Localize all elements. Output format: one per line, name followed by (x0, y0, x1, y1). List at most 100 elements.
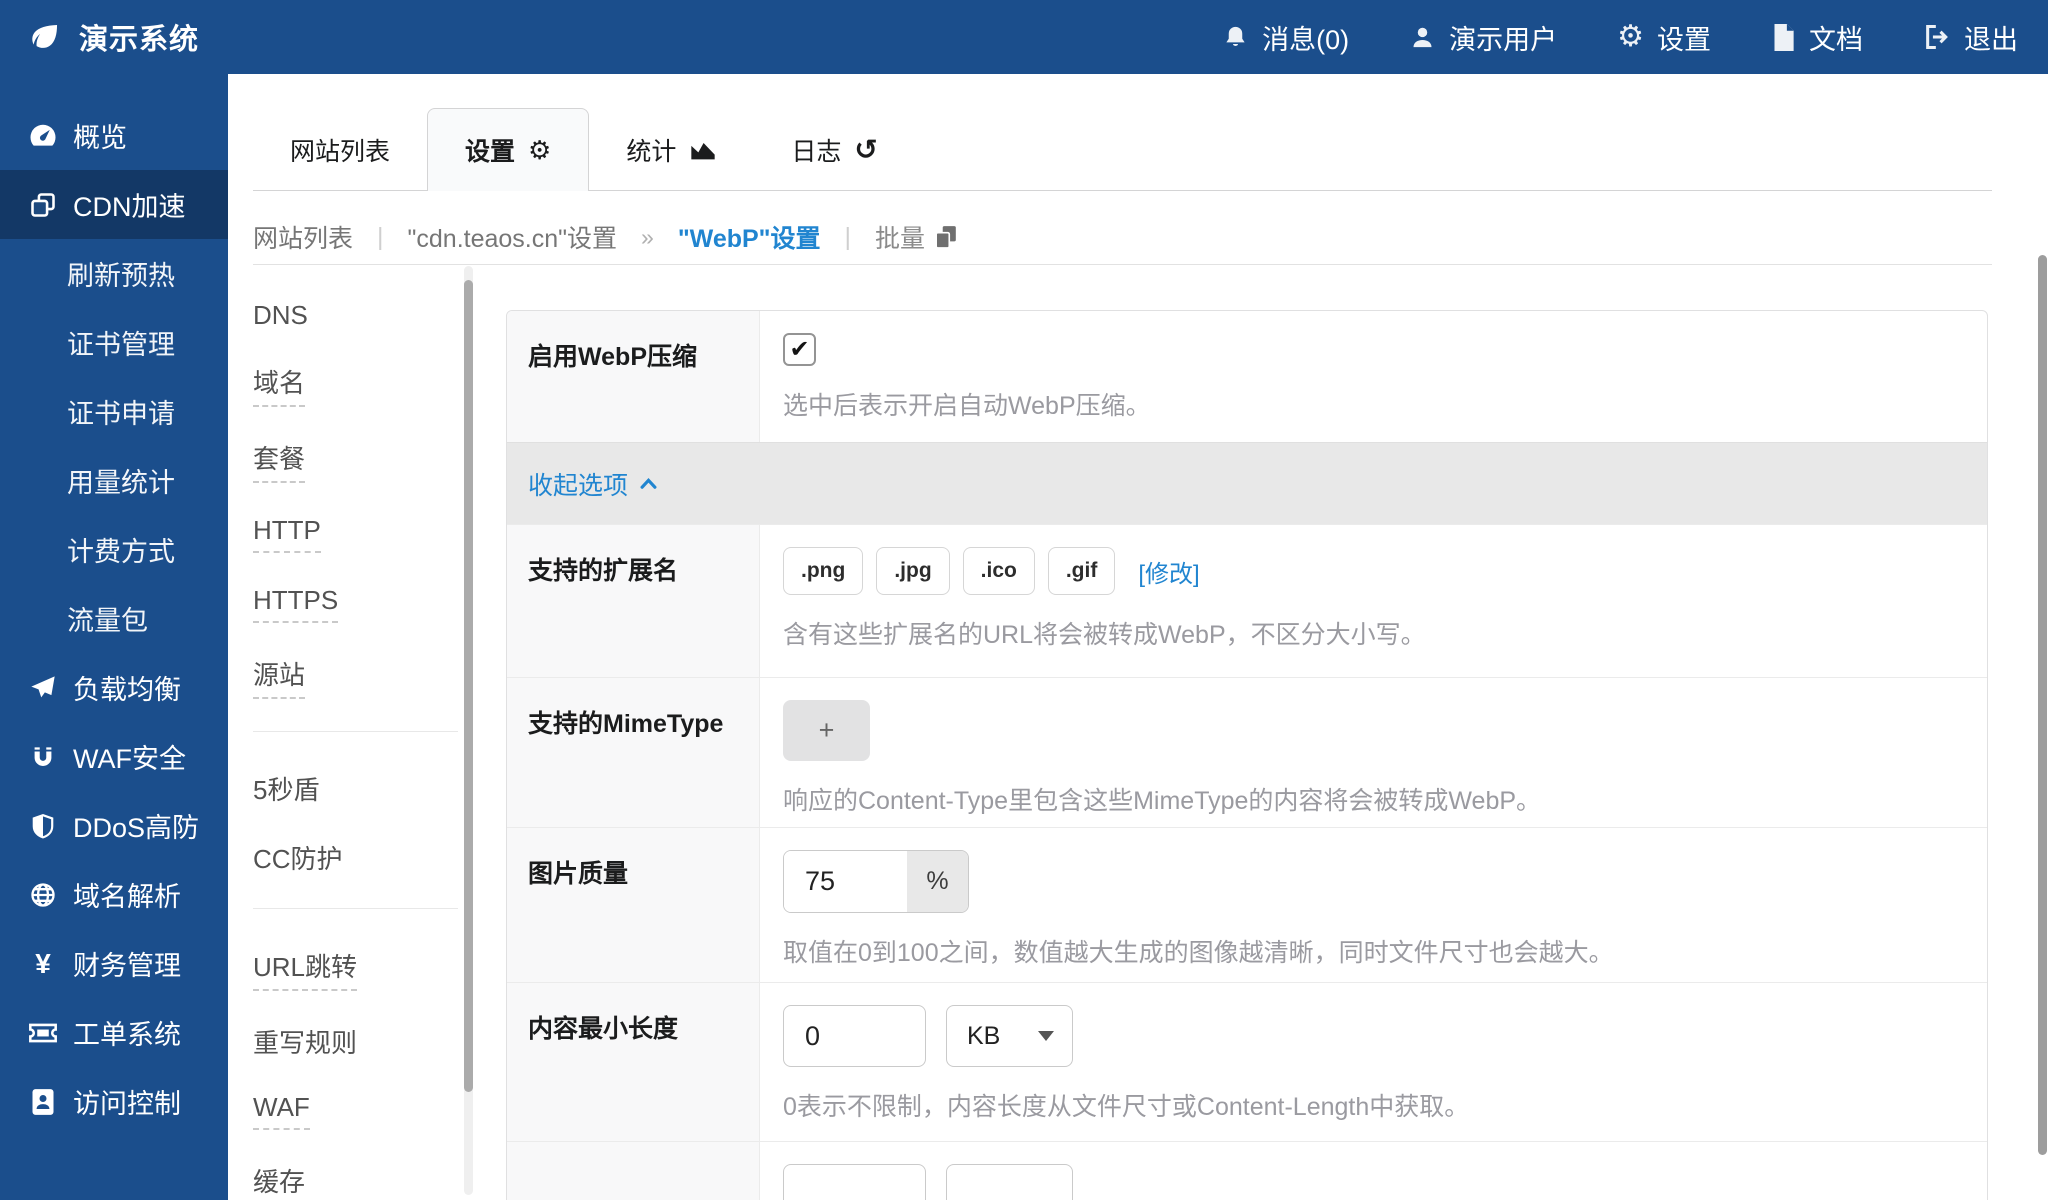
collapse-options-link[interactable]: 收起选项 (528, 466, 657, 502)
add-mimetype-button[interactable]: + (783, 700, 870, 761)
breadcrumb-separator: | (845, 223, 852, 252)
tab-label: 网站列表 (290, 132, 390, 168)
top-header: 演示系统 消息(0) 演示用户 ⚙ 设置 文档 (0, 0, 2048, 74)
sidebar-item-cert-manage[interactable]: 证书管理 (0, 308, 228, 377)
menu-item-cache[interactable]: 缓存 (253, 1162, 458, 1199)
sidebar-item-ddos[interactable]: DDoS高防 (0, 791, 228, 860)
chevron-up-icon (640, 477, 657, 490)
breadcrumb-separator: | (377, 223, 384, 252)
sidebar-item-load-balancer[interactable]: 负载均衡 (0, 653, 228, 722)
sidebar-item-cdn[interactable]: CDN加速 (0, 170, 228, 239)
sidebar-item-billing-method[interactable]: 计费方式 (0, 515, 228, 584)
menu-divider (253, 731, 458, 732)
menu-scrollbar[interactable] (464, 266, 473, 1195)
partial-input[interactable] (783, 1164, 926, 1200)
menu-scrollbar-thumb[interactable] (464, 280, 473, 1092)
page-scrollbar-thumb[interactable] (2038, 255, 2047, 1155)
sidebar-item-refresh-preheat[interactable]: 刷新预热 (0, 239, 228, 308)
min-length-input[interactable] (783, 1005, 926, 1067)
form-row-enable-webp: 启用WebP压缩 选中后表示开启自动WebP压缩。 (507, 311, 1987, 442)
breadcrumb-webp-settings[interactable]: "WebP"设置 (678, 219, 821, 255)
user-menu-button[interactable]: 演示用户 (1409, 18, 1557, 57)
field-description: 0表示不限制，内容长度从文件尺寸或Content-Length中获取。 (783, 1087, 1963, 1123)
sidebar-item-access-control[interactable]: 访问控制 (0, 1067, 228, 1136)
dashboard-icon (28, 122, 58, 150)
menu-item-domains[interactable]: 域名 (253, 363, 458, 407)
batch-link[interactable]: 批量 (875, 219, 957, 255)
sidebar-item-waf[interactable]: WAF安全 (0, 722, 228, 791)
sidebar-item-label: 概览 (73, 116, 127, 155)
chevron-down-icon (1038, 1031, 1054, 1041)
logout-button[interactable]: 退出 (1923, 18, 2018, 57)
sidebar-item-label: 流量包 (67, 599, 148, 638)
messages-button[interactable]: 消息(0) (1222, 18, 1349, 57)
settings-button[interactable]: ⚙ 设置 (1617, 18, 1711, 57)
sidebar-item-label: 用量统计 (67, 461, 175, 500)
settings-menu: DNS 域名 套餐 HTTP HTTPS 源站 5秒盾 CC防护 URL跳转 重… (253, 300, 458, 1200)
paper-plane-icon (28, 674, 58, 702)
sidebar-item-label: 证书管理 (67, 323, 175, 362)
docs-button[interactable]: 文档 (1771, 18, 1863, 57)
logout-label: 退出 (1964, 18, 2018, 57)
batch-label: 批量 (875, 219, 925, 255)
webp-settings-form: 启用WebP压缩 选中后表示开启自动WebP压缩。 收起选项 支持的扩展名 .p… (506, 310, 1988, 1200)
top-nav: 消息(0) 演示用户 ⚙ 设置 文档 退出 (1162, 18, 2048, 57)
yen-icon: ¥ (28, 948, 58, 980)
breadcrumb-site-settings[interactable]: "cdn.teaos.cn"设置 (408, 219, 618, 255)
menu-item-plan[interactable]: 套餐 (253, 439, 458, 483)
menu-item-https[interactable]: HTTPS (253, 585, 458, 623)
menu-item-cc-protect[interactable]: CC防护 (253, 839, 458, 876)
form-row-partial (507, 1141, 1987, 1200)
tab-stats[interactable]: 统计 (589, 108, 754, 191)
field-label: 支持的扩展名 (507, 525, 760, 677)
sidebar-item-usage-stats[interactable]: 用量统计 (0, 446, 228, 515)
sidebar-item-finance[interactable]: ¥ 财务管理 (0, 929, 228, 998)
collapse-options-row: 收起选项 (507, 442, 1987, 524)
id-badge-icon (28, 1088, 58, 1116)
menu-item-5s-shield[interactable]: 5秒盾 (253, 770, 458, 807)
sidebar-item-label: 财务管理 (73, 944, 181, 983)
shield-icon (28, 812, 58, 840)
field-label: 支持的MimeType (507, 678, 760, 827)
form-row-quality: 图片质量 % 取值在0到100之间，数值越大生成的图像越清晰，同时文件尺寸也会越… (507, 827, 1987, 982)
sidebar-item-dns-resolve[interactable]: 域名解析 (0, 860, 228, 929)
menu-item-rewrite-rules[interactable]: 重写规则 (253, 1023, 458, 1060)
user-icon (1409, 24, 1436, 51)
brand[interactable]: 演示系统 (0, 16, 199, 58)
history-icon: ↺ (854, 136, 877, 164)
sidebar-item-label: CDN加速 (73, 185, 186, 224)
sidebar-item-tickets[interactable]: 工单系统 (0, 998, 228, 1067)
field-label (507, 1142, 760, 1200)
min-length-unit-select[interactable]: KB (946, 1005, 1073, 1067)
quality-input[interactable] (784, 851, 907, 912)
webp-enabled-checkbox[interactable] (783, 333, 816, 366)
extension-tag: .ico (963, 547, 1035, 595)
menu-item-dns[interactable]: DNS (253, 300, 458, 331)
ticket-icon (28, 1020, 58, 1046)
tab-label: 设置 (465, 132, 515, 168)
field-label: 图片质量 (507, 828, 760, 982)
edit-extensions-link[interactable]: [修改] (1138, 554, 1199, 589)
form-row-extensions: 支持的扩展名 .png .jpg .ico .gif [修改] 含有这些扩展名的… (507, 524, 1987, 677)
tab-bar: 网站列表 设置 ⚙ 统计 日志 ↺ (253, 108, 915, 191)
chart-area-icon (689, 138, 717, 162)
menu-item-origin[interactable]: 源站 (253, 655, 458, 699)
menu-item-http[interactable]: HTTP (253, 515, 458, 553)
breadcrumb-site-list[interactable]: 网站列表 (253, 219, 353, 255)
field-description: 响应的Content-Type里包含这些MimeType的内容将会被转成WebP… (783, 781, 1963, 817)
tab-site-list[interactable]: 网站列表 (253, 108, 427, 191)
sidebar-item-label: DDoS高防 (73, 806, 199, 845)
sidebar-item-traffic-package[interactable]: 流量包 (0, 584, 228, 653)
sidebar-item-label: WAF安全 (73, 737, 186, 776)
tab-settings[interactable]: 设置 ⚙ (427, 108, 589, 191)
partial-select[interactable] (946, 1164, 1073, 1200)
clone-icon (28, 191, 58, 219)
menu-item-url-redirect[interactable]: URL跳转 (253, 947, 458, 991)
menu-item-waf[interactable]: WAF (253, 1092, 458, 1130)
breadcrumb: 网站列表 | "cdn.teaos.cn"设置 » "WebP"设置 | 批量 (253, 216, 957, 258)
sidebar-item-cert-apply[interactable]: 证书申请 (0, 377, 228, 446)
tab-logs[interactable]: 日志 ↺ (754, 108, 914, 191)
sidebar-item-overview[interactable]: 概览 (0, 101, 228, 170)
extension-tag: .png (783, 547, 863, 595)
app-title: 演示系统 (79, 16, 199, 58)
